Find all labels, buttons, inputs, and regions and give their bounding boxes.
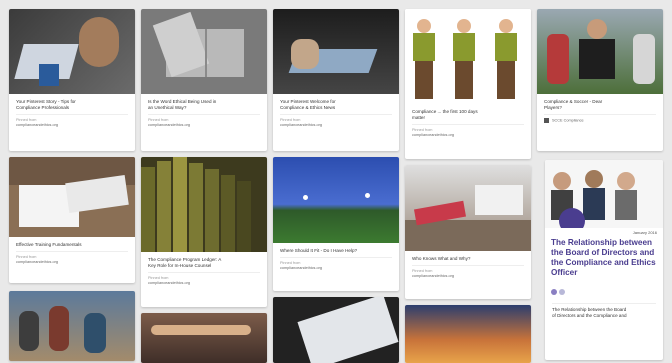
- avatar-icon: [551, 289, 557, 295]
- featured-date: January 2016: [632, 230, 657, 235]
- pin-card[interactable]: [9, 291, 135, 361]
- pin-source-domain[interactable]: SCCE Compliance: [537, 115, 663, 128]
- pin-source-label: Pinned from: [16, 255, 37, 259]
- pin-source-domain[interactable]: complianceandethics.org: [141, 123, 267, 132]
- pin-image-stadium[interactable]: [273, 157, 399, 243]
- pin-image-notebook[interactable]: [9, 157, 135, 237]
- pin-source-domain[interactable]: complianceandethics.org: [273, 123, 399, 132]
- pin-image-sunset[interactable]: [405, 305, 531, 363]
- pin-source-domain[interactable]: complianceandethics.org: [273, 266, 399, 275]
- pin-card[interactable]: Is the Word Ethical Being Used in an Une…: [141, 9, 267, 151]
- pin-image-group[interactable]: [141, 313, 267, 363]
- pin-source-label: Pinned from: [148, 276, 169, 280]
- pin-image-crowd[interactable]: [9, 291, 135, 361]
- pin-source-label: Pinned from: [412, 269, 433, 273]
- pin-card[interactable]: Compliance & Soccer - Dear Players? SCCE…: [537, 9, 663, 151]
- pin-card[interactable]: Who Knows What and Why? Pinned from comp…: [405, 165, 531, 299]
- pin-card[interactable]: Your Pinterest Welcome for Compliance & …: [273, 9, 399, 151]
- pin-card[interactable]: [405, 305, 531, 363]
- featured-heading[interactable]: The Relationship between the Board of Di…: [545, 235, 663, 282]
- pin-card[interactable]: The Compliance Program Ledger: A Key Rol…: [141, 157, 267, 307]
- pin-source-label: Pinned from: [280, 261, 301, 265]
- pin-image-keyboard[interactable]: [273, 297, 399, 363]
- pin-board-name[interactable]: SCCE Compliance: [552, 119, 584, 123]
- pin-source-label: Pinned from: [16, 118, 37, 122]
- pin-source-domain[interactable]: complianceandethics.org: [405, 133, 531, 142]
- pin-title[interactable]: Where Should It Fit - Do I Have Help?: [273, 243, 399, 257]
- pin-source-domain[interactable]: complianceandethics.org: [405, 274, 531, 283]
- featured-dots: [545, 282, 663, 303]
- pin-source-label: Pinned from: [148, 118, 169, 122]
- pin-image-cartoon-men[interactable]: [405, 9, 531, 104]
- pin-card[interactable]: Where Should It Fit - Do I Have Help? Pi…: [273, 157, 399, 291]
- pin-title[interactable]: The Compliance Program Ledger: A Key Rol…: [141, 252, 267, 272]
- pin-title[interactable]: The Relationship between the Board of Di…: [545, 304, 663, 322]
- pin-image-meeting[interactable]: [545, 160, 663, 228]
- pin-source-domain[interactable]: complianceandethics.org: [9, 123, 135, 132]
- pin-card-featured[interactable]: January 2016 The Relationship between th…: [545, 160, 663, 360]
- pin-image-soccer[interactable]: [537, 9, 663, 94]
- board-icon: [544, 118, 549, 123]
- logo-badge: [559, 208, 585, 228]
- pin-image-book[interactable]: [141, 9, 267, 94]
- pin-card[interactable]: [273, 297, 399, 363]
- pin-source-label: Pinned from: [280, 118, 301, 122]
- pin-image-tablet[interactable]: [273, 9, 399, 94]
- pin-title[interactable]: Your Pinterest Welcome for Compliance & …: [273, 94, 399, 114]
- pin-source-label: Pinned from: [412, 128, 433, 132]
- pin-source-domain[interactable]: complianceandethics.org: [141, 281, 267, 290]
- pin-card[interactable]: Compliance ... the first 100 days matter…: [405, 9, 531, 159]
- pin-image-laptop-team[interactable]: [9, 9, 135, 94]
- pin-card[interactable]: [141, 313, 267, 363]
- pin-card[interactable]: Effective Training Fundamentals Pinned f…: [9, 157, 135, 283]
- pin-title[interactable]: Is the Word Ethical Being Used in an Une…: [141, 94, 267, 114]
- pin-image-desk[interactable]: [405, 165, 531, 251]
- pin-image-law-books[interactable]: [141, 157, 267, 252]
- avatar-icon: [559, 289, 565, 295]
- pin-title[interactable]: Effective Training Fundamentals: [9, 237, 135, 251]
- pin-title[interactable]: Compliance ... the first 100 days matter: [405, 104, 531, 124]
- pin-board: { "pins": [ {"title": "Your Pinterest St…: [0, 0, 672, 363]
- pin-card[interactable]: Your Pinterest Story - Tips for Complian…: [9, 9, 135, 151]
- pin-title[interactable]: Who Knows What and Why?: [405, 251, 531, 265]
- pin-title[interactable]: Compliance & Soccer - Dear Players?: [537, 94, 663, 114]
- pin-source-domain[interactable]: complianceandethics.org: [9, 260, 135, 269]
- pin-title[interactable]: Your Pinterest Story - Tips for Complian…: [9, 94, 135, 114]
